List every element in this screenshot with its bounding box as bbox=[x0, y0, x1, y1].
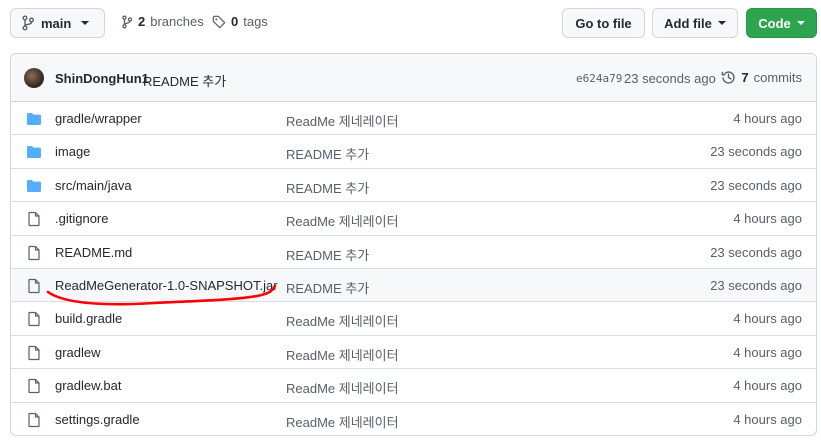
branches-count: 2 bbox=[138, 14, 146, 29]
file-commit-age: 4 hours ago bbox=[733, 378, 802, 394]
commit-time: 23 seconds ago bbox=[624, 71, 716, 86]
commits-count: 7 bbox=[741, 70, 749, 85]
file-name-link[interactable]: gradlew bbox=[55, 345, 101, 360]
file-browser: ShinDongHun1 README 추가 e624a79 23 second… bbox=[10, 53, 817, 436]
tag-icon bbox=[212, 15, 226, 28]
file-commit-message-link[interactable]: ReadMe 제네레이터 bbox=[286, 111, 399, 130]
git-branch-icon bbox=[122, 15, 133, 28]
file-commit-message-link[interactable]: ReadMe 제네레이터 bbox=[286, 311, 399, 330]
file-icon bbox=[28, 412, 40, 427]
file-name-link[interactable]: src/main/java bbox=[55, 178, 132, 193]
branches-label: branches bbox=[150, 14, 204, 29]
file-row[interactable]: settings.gradle ReadMe 제네레이터 4 hours ago bbox=[11, 403, 816, 435]
file-name-link[interactable]: ReadMeGenerator-1.0-SNAPSHOT.jar bbox=[55, 278, 278, 293]
file-name-link[interactable]: README.md bbox=[55, 245, 132, 260]
file-icon bbox=[28, 245, 40, 260]
tags-count: 0 bbox=[231, 14, 239, 29]
code-button[interactable]: Code bbox=[746, 8, 817, 38]
file-commit-message-link[interactable]: README 추가 bbox=[286, 245, 369, 264]
file-row[interactable]: src/main/java README 추가 23 seconds ago bbox=[11, 169, 816, 203]
file-icon bbox=[28, 379, 40, 394]
commits-history-link[interactable]: 7 commits bbox=[721, 70, 802, 85]
commits-label: commits bbox=[753, 70, 802, 85]
file-name-link[interactable]: settings.gradle bbox=[55, 412, 140, 427]
file-commit-age: 23 seconds ago bbox=[710, 277, 802, 293]
history-icon bbox=[722, 71, 736, 84]
file-row[interactable]: gradlew ReadMe 제네레이터 4 hours ago bbox=[11, 336, 816, 370]
file-name-link[interactable]: image bbox=[55, 144, 90, 159]
latest-commit-bar: ShinDongHun1 README 추가 e624a79 23 second… bbox=[11, 54, 816, 102]
folder-icon bbox=[27, 113, 41, 125]
file-commit-age: 4 hours ago bbox=[733, 311, 802, 327]
file-name-link[interactable]: gradlew.bat bbox=[55, 378, 122, 393]
file-name-link[interactable]: build.gradle bbox=[55, 311, 122, 326]
repo-toolbar: main 2 branches 0 tags Go to file Add fi… bbox=[0, 0, 821, 46]
file-row[interactable]: gradlew.bat ReadMe 제네레이터 4 hours ago bbox=[11, 369, 816, 403]
tags-label: tags bbox=[243, 14, 268, 29]
go-to-file-button[interactable]: Go to file bbox=[562, 8, 645, 38]
file-commit-message-link[interactable]: ReadMe 제네레이터 bbox=[286, 211, 399, 230]
branch-name: main bbox=[41, 15, 72, 31]
folder-icon bbox=[27, 179, 41, 192]
file-row[interactable]: image README 추가 23 seconds ago bbox=[11, 135, 816, 169]
file-commit-message-link[interactable]: ReadMe 제네레이터 bbox=[286, 378, 399, 397]
folder-icon bbox=[27, 146, 41, 159]
file-name-link[interactable]: .gitignore bbox=[55, 211, 108, 226]
file-row[interactable]: gradle/wrapper ReadMe 제네레이터 4 hours ago bbox=[11, 102, 816, 136]
file-commit-age: 23 seconds ago bbox=[710, 144, 802, 160]
file-icon bbox=[28, 345, 40, 360]
file-commit-age: 4 hours ago bbox=[733, 211, 802, 227]
file-name-link[interactable]: gradle/wrapper bbox=[55, 111, 142, 126]
file-commit-age: 23 seconds ago bbox=[710, 244, 802, 260]
code-label: Code bbox=[758, 15, 791, 31]
tags-link[interactable]: 0 tags bbox=[212, 14, 268, 29]
commit-sha[interactable]: e624a79 bbox=[576, 72, 622, 85]
avatar[interactable] bbox=[24, 68, 44, 88]
file-commit-age: 4 hours ago bbox=[733, 111, 802, 126]
file-row[interactable]: build.gradle ReadMe 제네레이터 4 hours ago bbox=[11, 302, 816, 336]
chevron-down-icon bbox=[81, 21, 90, 25]
file-row[interactable]: ReadMeGenerator-1.0-SNAPSHOT.jar README 추… bbox=[11, 268, 816, 303]
file-row[interactable]: .gitignore ReadMe 제네레이터 4 hours ago bbox=[11, 202, 816, 236]
file-icon bbox=[28, 312, 40, 327]
branch-selector-button[interactable]: main bbox=[10, 8, 105, 38]
file-list: gradle/wrapper ReadMe 제네레이터 4 hours ago ima… bbox=[11, 102, 816, 435]
file-commit-message-link[interactable]: README 추가 bbox=[286, 278, 369, 297]
file-commit-message-link[interactable]: ReadMe 제네레이터 bbox=[286, 412, 399, 431]
file-row[interactable]: README.md README 추가 23 seconds ago bbox=[11, 236, 816, 269]
file-commit-message-link[interactable]: README 추가 bbox=[286, 144, 369, 163]
file-icon bbox=[28, 212, 40, 227]
file-commit-age: 4 hours ago bbox=[733, 411, 802, 427]
file-icon bbox=[28, 278, 40, 294]
file-commit-age: 23 seconds ago bbox=[710, 177, 802, 193]
file-commit-message-link[interactable]: README 추가 bbox=[286, 178, 369, 197]
add-file-label: Add file bbox=[664, 15, 712, 31]
commit-message[interactable]: README 추가 bbox=[143, 71, 226, 90]
chevron-down-icon bbox=[796, 21, 805, 25]
git-branch-icon bbox=[22, 15, 34, 31]
file-commit-message-link[interactable]: ReadMe 제네레이터 bbox=[286, 345, 399, 364]
commit-author[interactable]: ShinDongHun1 bbox=[55, 71, 149, 86]
chevron-down-icon bbox=[717, 21, 726, 25]
file-commit-age: 4 hours ago bbox=[733, 344, 802, 360]
add-file-button[interactable]: Add file bbox=[652, 8, 738, 38]
go-to-file-label: Go to file bbox=[575, 15, 632, 31]
branches-link[interactable]: 2 branches bbox=[121, 14, 204, 29]
